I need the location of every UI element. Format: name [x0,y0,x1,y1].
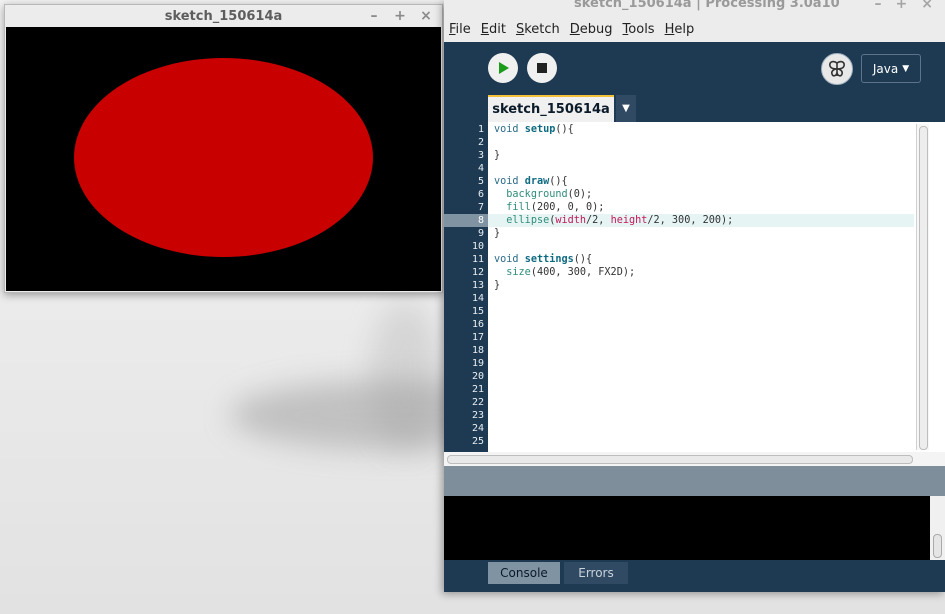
line-number: 22 [471,397,484,408]
toolbar: Java ▼ [444,42,945,94]
butterfly-icon [829,60,845,77]
line-number: 3 [477,150,484,161]
sketch-window-title: sketch_150614a [164,8,283,24]
red-ellipse [74,58,373,257]
line-number: 11 [471,254,484,265]
code-line: ellipse(width/2, height/2, 300, 200); [506,215,734,226]
code-line: } [494,150,501,161]
menu-help[interactable]: Help [660,22,700,37]
menu-debug[interactable]: Debug [565,22,618,37]
line-number: 10 [471,241,484,252]
line-number: 25 [471,436,484,447]
code-line: size(400, 300, FX2D); [506,267,636,278]
sketch-titlebar[interactable]: sketch_150614a – + × [5,5,442,27]
menubar: File Edit Sketch Debug Tools Help [444,16,945,42]
tab-menu-button[interactable]: ▼ [616,95,636,122]
line-number: 1 [477,124,484,135]
line-number: 21 [471,384,484,395]
tab-console[interactable]: Console [488,562,560,584]
line-number: 16 [471,319,484,330]
line-number: 12 [471,267,484,278]
close-icon[interactable]: × [921,0,933,12]
maximize-icon[interactable]: + [896,0,908,12]
maximize-icon[interactable]: + [394,8,406,24]
play-icon [499,62,509,74]
code-line: void setup(){ [494,124,574,135]
line-number: 2 [477,137,484,148]
sketch-canvas [6,27,441,291]
run-button[interactable] [488,53,518,83]
console-scrollbar[interactable] [930,496,945,560]
ide-titlebar[interactable]: sketch_150614a | Processing 3.0a10 – + × [444,0,945,16]
tab-sketch[interactable]: sketch_150614a [488,95,614,122]
scrollbar-thumb[interactable] [933,534,942,558]
code-line: void draw(){ [494,176,568,187]
line-number: 9 [477,228,484,239]
code-line: background(0); [506,189,593,200]
line-number: 7 [477,202,484,213]
line-number: 24 [471,423,484,434]
menu-tools[interactable]: Tools [618,22,660,37]
line-number: 14 [471,293,484,304]
mode-label: Java [872,61,899,76]
menu-sketch[interactable]: Sketch [511,22,565,37]
menu-edit[interactable]: Edit [476,22,511,37]
minimize-icon[interactable]: – [875,0,882,12]
code-line: } [494,280,501,291]
ide-window-title: sketch_150614a | Processing 3.0a10 [574,0,840,11]
ide-window: sketch_150614a | Processing 3.0a10 – + ×… [444,0,945,592]
line-number: 13 [471,280,484,291]
stop-icon [537,63,547,73]
wallpaper-shadow [370,300,440,450]
debug-mode-button[interactable] [821,53,853,85]
stop-button[interactable] [527,53,557,83]
line-number: 4 [477,163,484,174]
line-number: 5 [477,176,484,187]
scrollbar-thumb[interactable] [919,126,928,450]
status-bar [444,466,945,496]
line-number: 23 [471,410,484,421]
scrollbar-thumb[interactable] [447,455,913,464]
line-number: 20 [471,371,484,382]
editor-horizontal-scrollbar[interactable] [444,452,945,466]
line-number: 8 [477,215,484,226]
close-icon[interactable]: × [420,8,432,24]
editor-vertical-scrollbar[interactable] [916,124,929,450]
menu-file[interactable]: File [444,22,476,37]
code-line: fill(200, 0, 0); [506,202,605,213]
sketch-window[interactable]: sketch_150614a – + × [4,4,443,293]
chevron-down-icon: ▼ [902,63,910,74]
tab-errors[interactable]: Errors [564,562,628,584]
line-number: 19 [471,358,484,369]
line-number-gutter: 1 2 3 4 5 6 7 8 9 10 11 12 13 14 15 16 17 18 19 20 21 22 23 24 2… [444,122,488,452]
ide-window-controls: – + × [875,0,933,12]
sketch-window-controls: – + × [368,8,432,24]
bottom-tabbar: Console Errors [444,560,945,592]
line-number: 15 [471,306,484,317]
minimize-icon[interactable]: – [368,8,380,24]
code-line: void settings(){ [494,254,593,265]
mode-selector[interactable]: Java ▼ [861,54,921,83]
tabbar: sketch_150614a ▼ [444,94,945,122]
code-line: } [494,228,501,239]
console-output[interactable] [444,496,930,560]
code-editor[interactable]: void setup(){ } void draw(){ background(… [488,122,945,452]
line-number: 18 [471,345,484,356]
line-number: 6 [477,189,484,200]
line-number: 17 [471,332,484,343]
